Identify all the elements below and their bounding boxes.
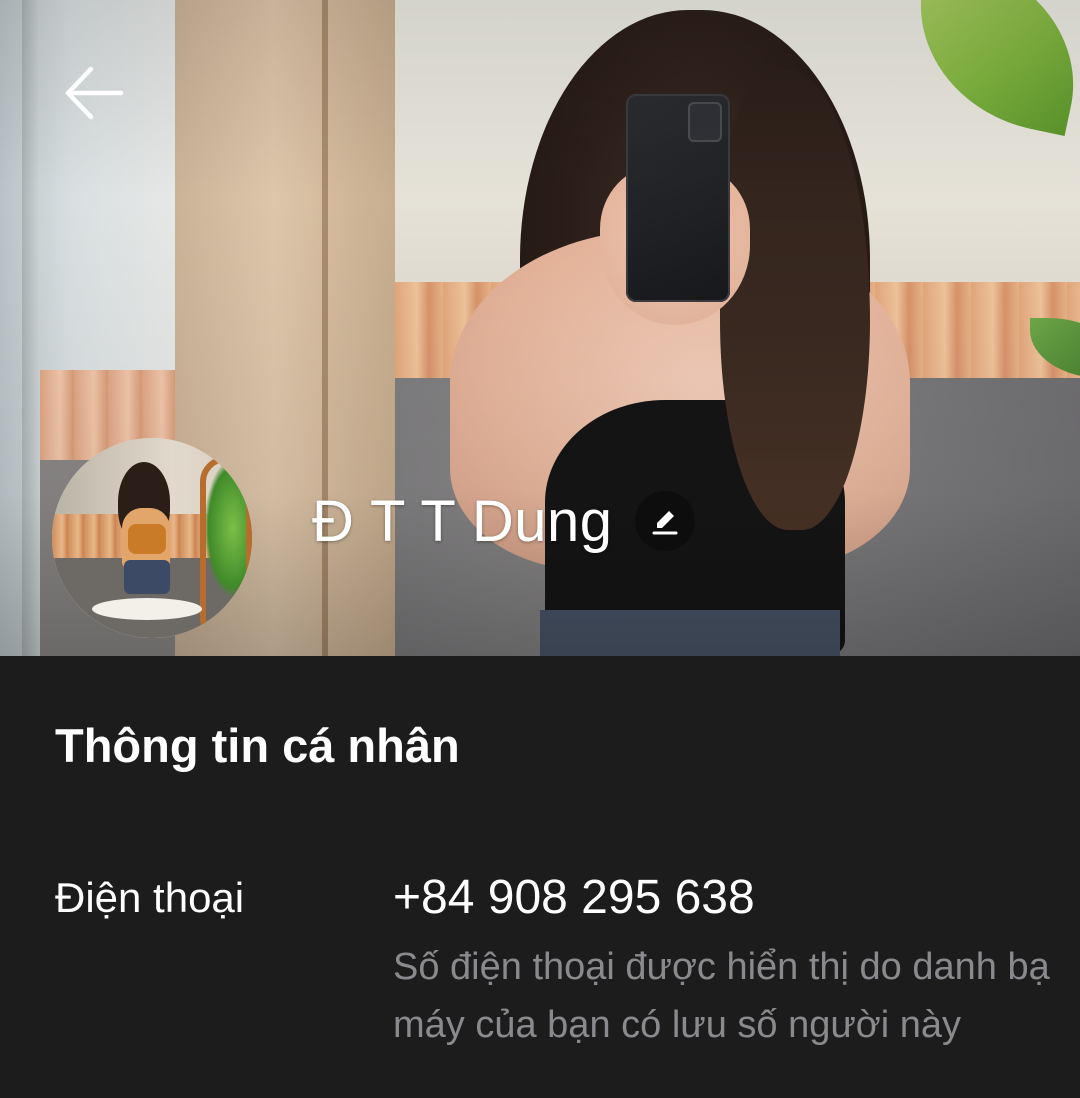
avatar-mirror bbox=[200, 456, 252, 638]
profile-name: Đ T T Dung bbox=[312, 488, 613, 554]
phone-label: Điện thoại bbox=[55, 874, 245, 921]
phone-number[interactable]: +84 908 295 638 bbox=[393, 870, 755, 925]
avatar[interactable] bbox=[52, 438, 252, 638]
avatar-sink bbox=[92, 598, 202, 620]
profile-screen: Đ T T Dung Thông tin cá nhân Điện thoại … bbox=[0, 0, 1080, 1098]
edit-name-button[interactable] bbox=[634, 491, 695, 551]
personal-info-section: Thông tin cá nhân Điện thoại +84 908 295… bbox=[0, 656, 1080, 1098]
avatar-person-top bbox=[128, 524, 166, 554]
section-title: Thông tin cá nhân bbox=[55, 719, 460, 772]
pencil-icon bbox=[652, 511, 678, 535]
phone-visibility-note: Số điện thoại được hiển thị do danh bạ m… bbox=[393, 946, 1050, 1046]
name-row: Đ T T Dung bbox=[312, 484, 695, 558]
arrow-left-icon bbox=[65, 66, 124, 120]
back-button[interactable] bbox=[56, 58, 132, 128]
avatar-person-jeans bbox=[124, 560, 170, 594]
